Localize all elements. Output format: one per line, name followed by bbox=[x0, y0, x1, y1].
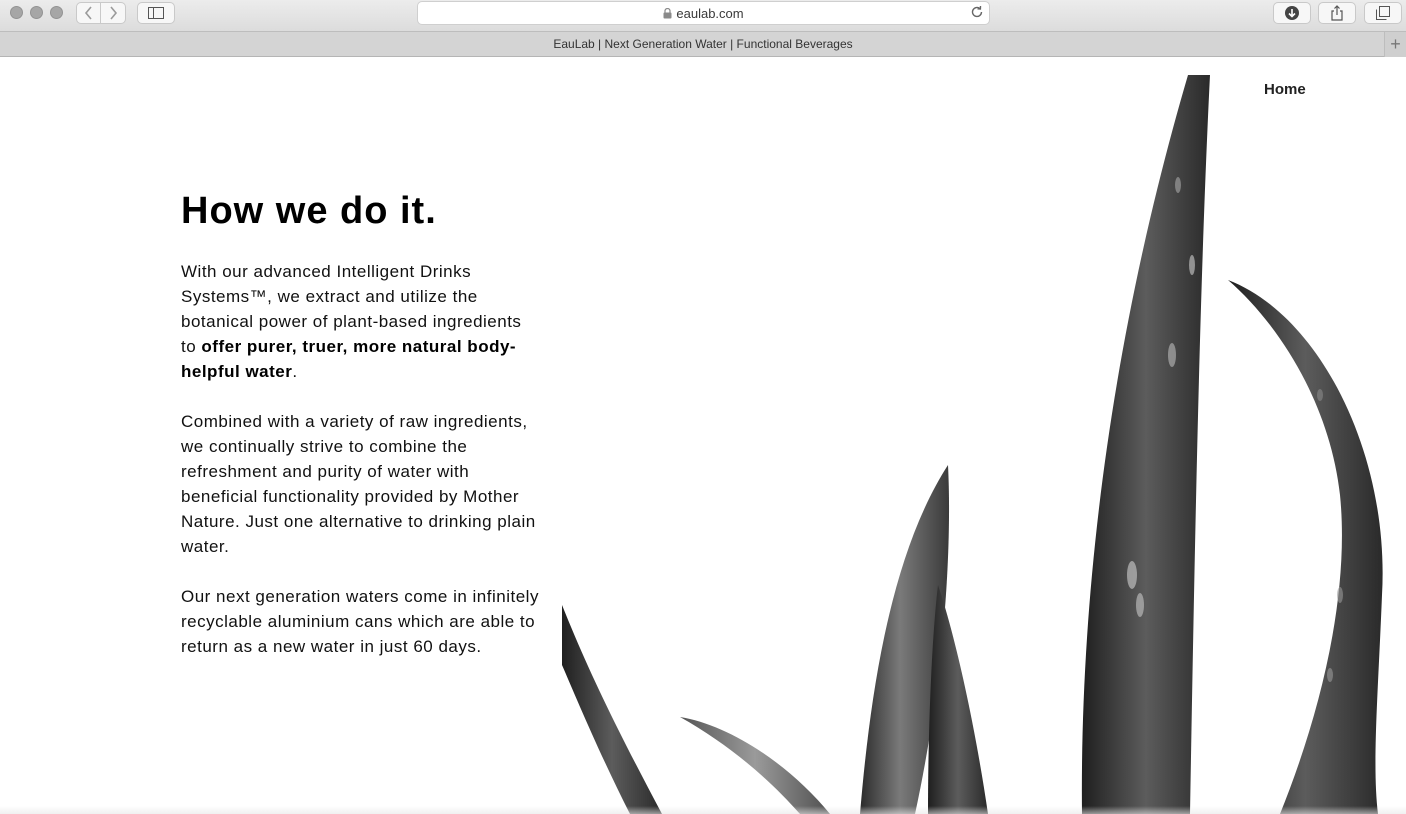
back-button[interactable] bbox=[76, 2, 101, 24]
aloe-plant-image bbox=[562, 75, 1383, 814]
paragraph-1-bold: offer purer, truer, more natural body-he… bbox=[181, 337, 517, 381]
lock-icon bbox=[663, 7, 672, 19]
browser-toolbar: eaulab.com bbox=[0, 0, 1406, 31]
how-we-do-it-section: How we do it. With our advanced Intellig… bbox=[181, 188, 541, 684]
bottom-edge bbox=[0, 806, 1406, 814]
paragraph-2: Combined with a variety of raw ingredien… bbox=[181, 412, 536, 556]
zoom-window-button[interactable] bbox=[50, 6, 63, 19]
tabs-icon bbox=[1376, 6, 1390, 20]
web-page: Home How we do it. With our advanced Int… bbox=[0, 57, 1406, 814]
history-nav bbox=[76, 2, 127, 24]
tab-bar: EauLab | Next Generation Water | Functio… bbox=[0, 31, 1406, 57]
active-tab-title[interactable]: EauLab | Next Generation Water | Functio… bbox=[553, 37, 852, 51]
close-window-button[interactable] bbox=[10, 6, 23, 19]
minimize-window-button[interactable] bbox=[30, 6, 43, 19]
nav-home-link[interactable]: Home bbox=[1264, 81, 1306, 98]
download-icon bbox=[1285, 6, 1299, 20]
address-url: eaulab.com bbox=[676, 5, 744, 21]
paragraph-1-end: . bbox=[292, 362, 298, 381]
section-heading: How we do it. bbox=[181, 190, 437, 232]
sidebar-icon bbox=[148, 7, 164, 19]
chevron-right-icon bbox=[110, 6, 118, 20]
reload-icon[interactable] bbox=[970, 5, 984, 19]
address-bar[interactable]: eaulab.com bbox=[417, 1, 990, 25]
paragraph-3: Our next generation waters come in infin… bbox=[181, 587, 539, 656]
tab-overview-button[interactable] bbox=[1364, 2, 1402, 24]
share-button[interactable] bbox=[1318, 2, 1356, 24]
new-tab-button[interactable]: + bbox=[1384, 32, 1406, 57]
share-icon bbox=[1331, 5, 1343, 21]
paragraph-1: With our advanced Intelligent Drinks Sys… bbox=[181, 259, 541, 384]
downloads-button[interactable] bbox=[1273, 2, 1311, 24]
sidebar-toggle-button[interactable] bbox=[137, 2, 175, 24]
forward-button[interactable] bbox=[101, 2, 126, 24]
chevron-left-icon bbox=[84, 6, 92, 20]
